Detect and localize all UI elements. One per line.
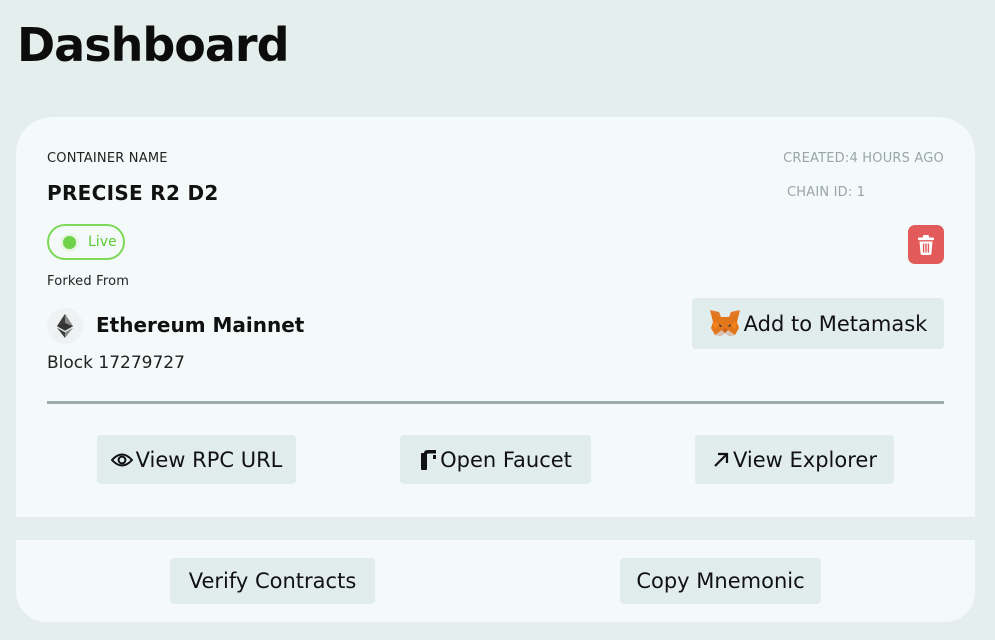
open-faucet-label: Open Faucet — [440, 447, 572, 472]
created-timestamp: CREATED:4 HOURS AGO — [783, 151, 944, 166]
container-name-label: CONTAINER NAME — [47, 151, 168, 166]
container-card: CONTAINER NAME PRECISE R2 D2 CREATED:4 H… — [16, 117, 975, 517]
block-number: Block 17279727 — [47, 353, 185, 373]
network-name: Ethereum Mainnet — [96, 313, 305, 337]
copy-mnemonic-label: Copy Mnemonic — [636, 569, 805, 593]
open-faucet-button[interactable]: Open Faucet — [400, 435, 591, 484]
container-name: PRECISE R2 D2 — [47, 181, 219, 205]
add-to-metamask-button[interactable]: Add to Metamask — [692, 298, 944, 349]
view-rpc-url-button[interactable]: View RPC URL — [97, 435, 296, 484]
divider — [47, 401, 944, 404]
trash-icon — [918, 234, 934, 255]
page-title: Dashboard — [17, 18, 290, 72]
live-dot-icon — [63, 235, 76, 249]
view-rpc-url-label: View RPC URL — [135, 447, 283, 472]
metamask-fox-icon — [709, 309, 741, 339]
forked-from-label: Forked From — [47, 274, 130, 289]
status-text: Live — [88, 234, 117, 250]
status-badge: Live — [47, 224, 125, 260]
verify-contracts-label: Verify Contracts — [188, 569, 357, 593]
secondary-actions-card: Verify Contracts Copy Mnemonic — [16, 540, 975, 622]
view-explorer-label: View Explorer — [733, 447, 877, 472]
chain-id: CHAIN ID: 1 — [787, 185, 866, 200]
view-explorer-button[interactable]: View Explorer — [695, 435, 894, 484]
faucet-icon — [419, 449, 437, 470]
verify-contracts-button[interactable]: Verify Contracts — [170, 558, 375, 604]
ethereum-icon — [47, 308, 83, 344]
delete-button[interactable] — [908, 225, 944, 264]
arrow-up-right-icon — [712, 451, 730, 469]
eye-icon — [110, 452, 133, 468]
copy-mnemonic-button[interactable]: Copy Mnemonic — [620, 558, 821, 604]
add-to-metamask-label: Add to Metamask — [743, 311, 928, 336]
